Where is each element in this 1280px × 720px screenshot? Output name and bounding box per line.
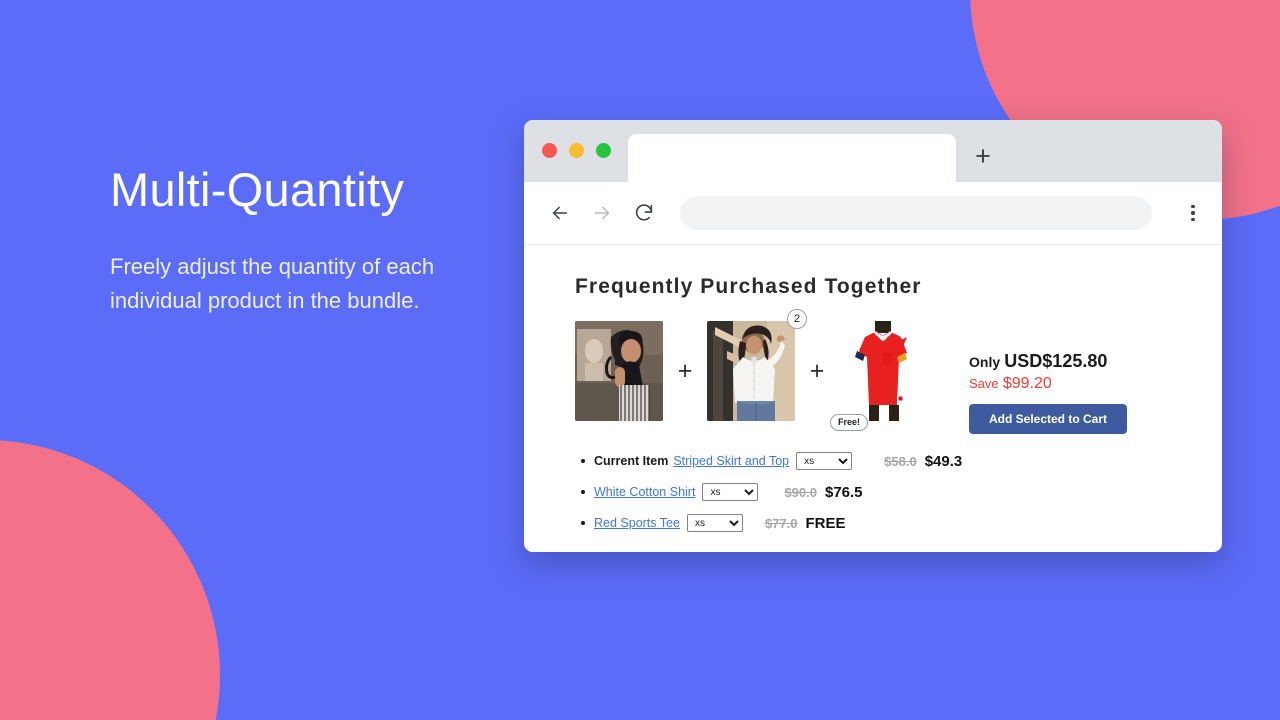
browser-menu-icon[interactable] bbox=[1182, 201, 1204, 225]
woman-white-shirt-jeans-image bbox=[707, 321, 795, 421]
maximize-window-button[interactable] bbox=[596, 142, 611, 158]
bundle-images: + 2 + Free! bbox=[575, 309, 927, 431]
promo-headline: Multi-Quantity bbox=[110, 163, 405, 216]
page-title: Frequently Purchased Together bbox=[575, 275, 922, 298]
address-bar[interactable] bbox=[680, 196, 1152, 230]
variant-select[interactable]: xs bbox=[796, 452, 853, 470]
list-item: Current Item Striped Skirt and Top xs $5… bbox=[581, 452, 1182, 470]
quantity-badge: 2 bbox=[787, 309, 807, 329]
save-label: Save bbox=[969, 376, 999, 391]
new-tab-button[interactable]: + bbox=[956, 134, 1010, 182]
close-window-button[interactable] bbox=[542, 142, 557, 158]
forward-arrow-icon[interactable] bbox=[590, 201, 614, 225]
plus-separator-2: + bbox=[809, 356, 825, 385]
bundle-strip: + 2 + Free! Only USD$125.80 Save $99.20 … bbox=[575, 309, 1182, 434]
bundle-product-image-2[interactable]: 2 bbox=[707, 309, 807, 421]
total-price-line: Only USD$125.80 bbox=[969, 351, 1127, 372]
add-selected-to-cart-button[interactable]: Add Selected to Cart bbox=[969, 404, 1127, 434]
back-arrow-icon[interactable] bbox=[548, 201, 572, 225]
browser-toolbar bbox=[524, 182, 1222, 245]
product-thumbnail bbox=[575, 321, 663, 421]
product-link[interactable]: Red Sports Tee bbox=[594, 516, 680, 530]
only-label: Only bbox=[969, 354, 1001, 370]
promo-subcopy: Freely adjust the quantity of each indiv… bbox=[110, 254, 435, 314]
original-price: $58.0 bbox=[884, 453, 917, 469]
list-item: Red Sports Tee xs $77.0 FREE bbox=[581, 514, 1182, 532]
promo-copy: Multi-Quantity Freely adjust the quantit… bbox=[110, 165, 510, 319]
free-badge: Free! bbox=[830, 413, 869, 431]
original-price: $90.0 bbox=[784, 484, 817, 500]
plus-separator-1: + bbox=[677, 356, 693, 385]
bundle-product-list: Current Item Striped Skirt and Top xs $5… bbox=[575, 452, 1182, 532]
total-price-amount: USD$125.80 bbox=[1004, 351, 1108, 371]
discounted-price: FREE bbox=[805, 514, 846, 532]
red-tshirt-white-collar-image bbox=[839, 321, 927, 421]
bundle-summary: Only USD$125.80 Save $99.20 Add Selected… bbox=[969, 351, 1127, 434]
original-price: $77.0 bbox=[764, 515, 798, 531]
window-controls bbox=[542, 120, 611, 182]
promo-slide: Multi-Quantity Freely adjust the quantit… bbox=[0, 0, 1280, 720]
product-link[interactable]: White Cotton Shirt bbox=[594, 485, 695, 499]
product-thumbnail bbox=[707, 321, 795, 421]
savings-amount: $99.20 bbox=[1002, 375, 1052, 392]
woman-black-top-striped-skirt-image bbox=[575, 321, 663, 421]
discounted-price: $76.5 bbox=[824, 483, 863, 501]
browser-tab-strip: + bbox=[524, 120, 1222, 182]
bundle-product-image-3[interactable]: Free! bbox=[830, 321, 927, 431]
variant-select[interactable]: xs bbox=[702, 483, 759, 501]
reload-icon[interactable] bbox=[632, 201, 656, 225]
decorative-circle-bottom-left bbox=[0, 440, 220, 720]
product-thumbnail bbox=[839, 321, 927, 421]
current-item-label: Current Item bbox=[594, 454, 669, 468]
product-link[interactable]: Striped Skirt and Top bbox=[673, 454, 789, 468]
browser-window: + Frequently Purchased Together + 2 + Fr… bbox=[524, 120, 1222, 552]
list-item: White Cotton Shirt xs $90.0 $76.5 bbox=[581, 483, 1182, 501]
savings-line: Save $99.20 bbox=[969, 375, 1127, 393]
browser-tab[interactable] bbox=[628, 134, 956, 182]
variant-select[interactable]: xs bbox=[686, 514, 743, 532]
minimize-window-button[interactable] bbox=[569, 142, 584, 158]
discounted-price: $49.3 bbox=[924, 452, 963, 470]
bundle-product-image-1[interactable] bbox=[575, 321, 663, 421]
store-page-content: Frequently Purchased Together + 2 + Free… bbox=[524, 245, 1222, 552]
